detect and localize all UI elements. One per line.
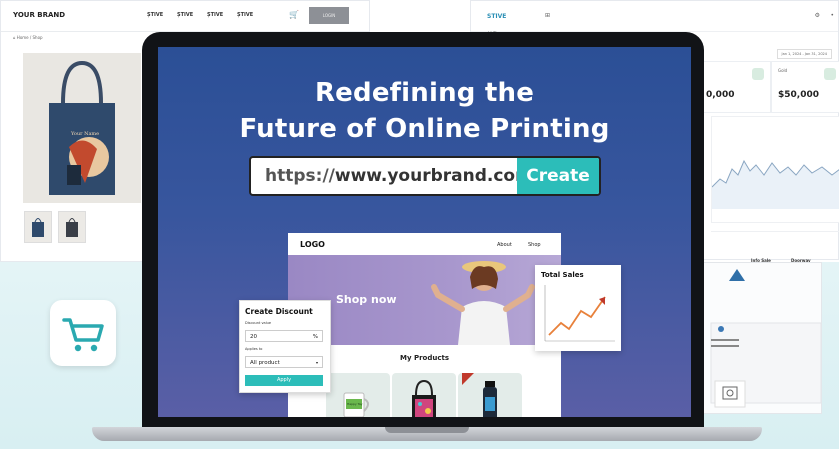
background-editor-panel xyxy=(700,262,822,414)
chevron-down-icon: ▾ xyxy=(315,360,318,365)
dashboard-topbar: STIVE ⊞ ⚙ • xyxy=(471,1,838,32)
product-card[interactable] xyxy=(392,373,456,417)
stat-card: 0,000 xyxy=(699,61,771,113)
cart-app-tile[interactable] xyxy=(50,300,116,366)
storefront-nav-link[interactable]: About xyxy=(497,242,512,248)
stat-card: Gold $50,000 xyxy=(771,61,839,113)
stat-card-value: 0,000 xyxy=(706,90,735,100)
menu-icon[interactable]: ⊞ xyxy=(545,12,550,19)
svg-text:Your Name: Your Name xyxy=(70,131,99,137)
hero-title-line: Redefining the xyxy=(314,78,535,108)
shop-nav-link[interactable]: ȘTIVE xyxy=(207,12,223,18)
svg-text:Happy Tay: Happy Tay xyxy=(347,402,363,406)
stat-card-icon xyxy=(824,68,836,80)
url-input[interactable]: https://www.yourbrand.com Create xyxy=(249,156,601,196)
shopping-cart-icon xyxy=(62,318,104,352)
shop-nav-link[interactable]: ȘTIVE xyxy=(177,12,193,18)
notification-icon[interactable]: • xyxy=(830,12,834,19)
total-sales-card: Total Sales xyxy=(535,265,621,351)
discount-value-label: Discount value xyxy=(245,321,272,325)
stat-card-icon xyxy=(752,68,764,80)
stat-card-label: Gold xyxy=(778,68,788,73)
applies-to-value: All product xyxy=(250,360,280,366)
table-header: Info Sale Doorway xyxy=(711,231,839,263)
storefront-logo[interactable]: LOGO xyxy=(300,240,325,249)
laptop-notch xyxy=(385,427,469,433)
sales-trend-chart xyxy=(544,285,615,342)
applies-to-select[interactable]: All product ▾ xyxy=(245,356,323,368)
dashboard-brand[interactable]: STIVE xyxy=(487,13,506,20)
shop-brand[interactable]: YOUR BRAND xyxy=(13,11,65,19)
tote-bag-product-image: Your Name xyxy=(23,53,141,203)
percent-unit: % xyxy=(312,334,318,340)
create-button[interactable]: Create xyxy=(517,158,599,194)
applies-to-label: Applies to xyxy=(245,347,263,351)
url-prefix: https:// xyxy=(265,166,335,186)
apply-button[interactable]: Apply xyxy=(245,375,323,386)
discount-title: Create Discount xyxy=(245,307,313,316)
hero-title: Redefining the Future of Online Printing xyxy=(158,75,691,147)
shop-nav-link[interactable]: ȘTIVE xyxy=(237,12,253,18)
url-input-value: https://www.yourbrand.com xyxy=(265,166,533,186)
login-button[interactable]: LOGIN xyxy=(309,7,349,24)
breadcrumb[interactable]: ⌂ Home / Shop xyxy=(13,35,43,40)
discount-value-input[interactable]: 20 % xyxy=(245,330,323,342)
date-range-picker[interactable]: Jan 1, 2024 - Jan 31, 2024 xyxy=(776,49,832,59)
stat-card-value: $50,000 xyxy=(778,90,819,100)
hero-title-line: Future of Online Printing xyxy=(239,114,610,144)
corner-tag-icon xyxy=(462,373,474,385)
settings-icon[interactable]: ⚙ xyxy=(815,12,820,19)
laptop-screen: Redefining the Future of Online Printing… xyxy=(158,47,691,417)
discount-value: 20 xyxy=(250,334,257,340)
product-thumbnail[interactable] xyxy=(24,211,52,243)
shop-now-heading[interactable]: Shop now xyxy=(336,293,397,306)
product-card[interactable]: Happy Tay xyxy=(326,373,390,417)
cart-icon[interactable]: 🛒 xyxy=(289,10,299,19)
storefront-nav-link[interactable]: Shop xyxy=(528,242,541,248)
url-domain: www.yourbrand.com xyxy=(334,166,533,186)
shop-navbar: YOUR BRAND ȘTIVE ȘTIVE ȘTIVE ȘTIVE 🛒 LOG… xyxy=(1,1,369,32)
product-thumbnail[interactable] xyxy=(58,211,86,243)
storefront-navbar: LOGO About Shop xyxy=(288,233,561,255)
create-discount-card: Create Discount Discount value 20 % Appl… xyxy=(239,300,331,393)
shop-nav-link[interactable]: ȘTIVE xyxy=(147,12,163,18)
sales-line-chart-panel xyxy=(711,116,839,223)
